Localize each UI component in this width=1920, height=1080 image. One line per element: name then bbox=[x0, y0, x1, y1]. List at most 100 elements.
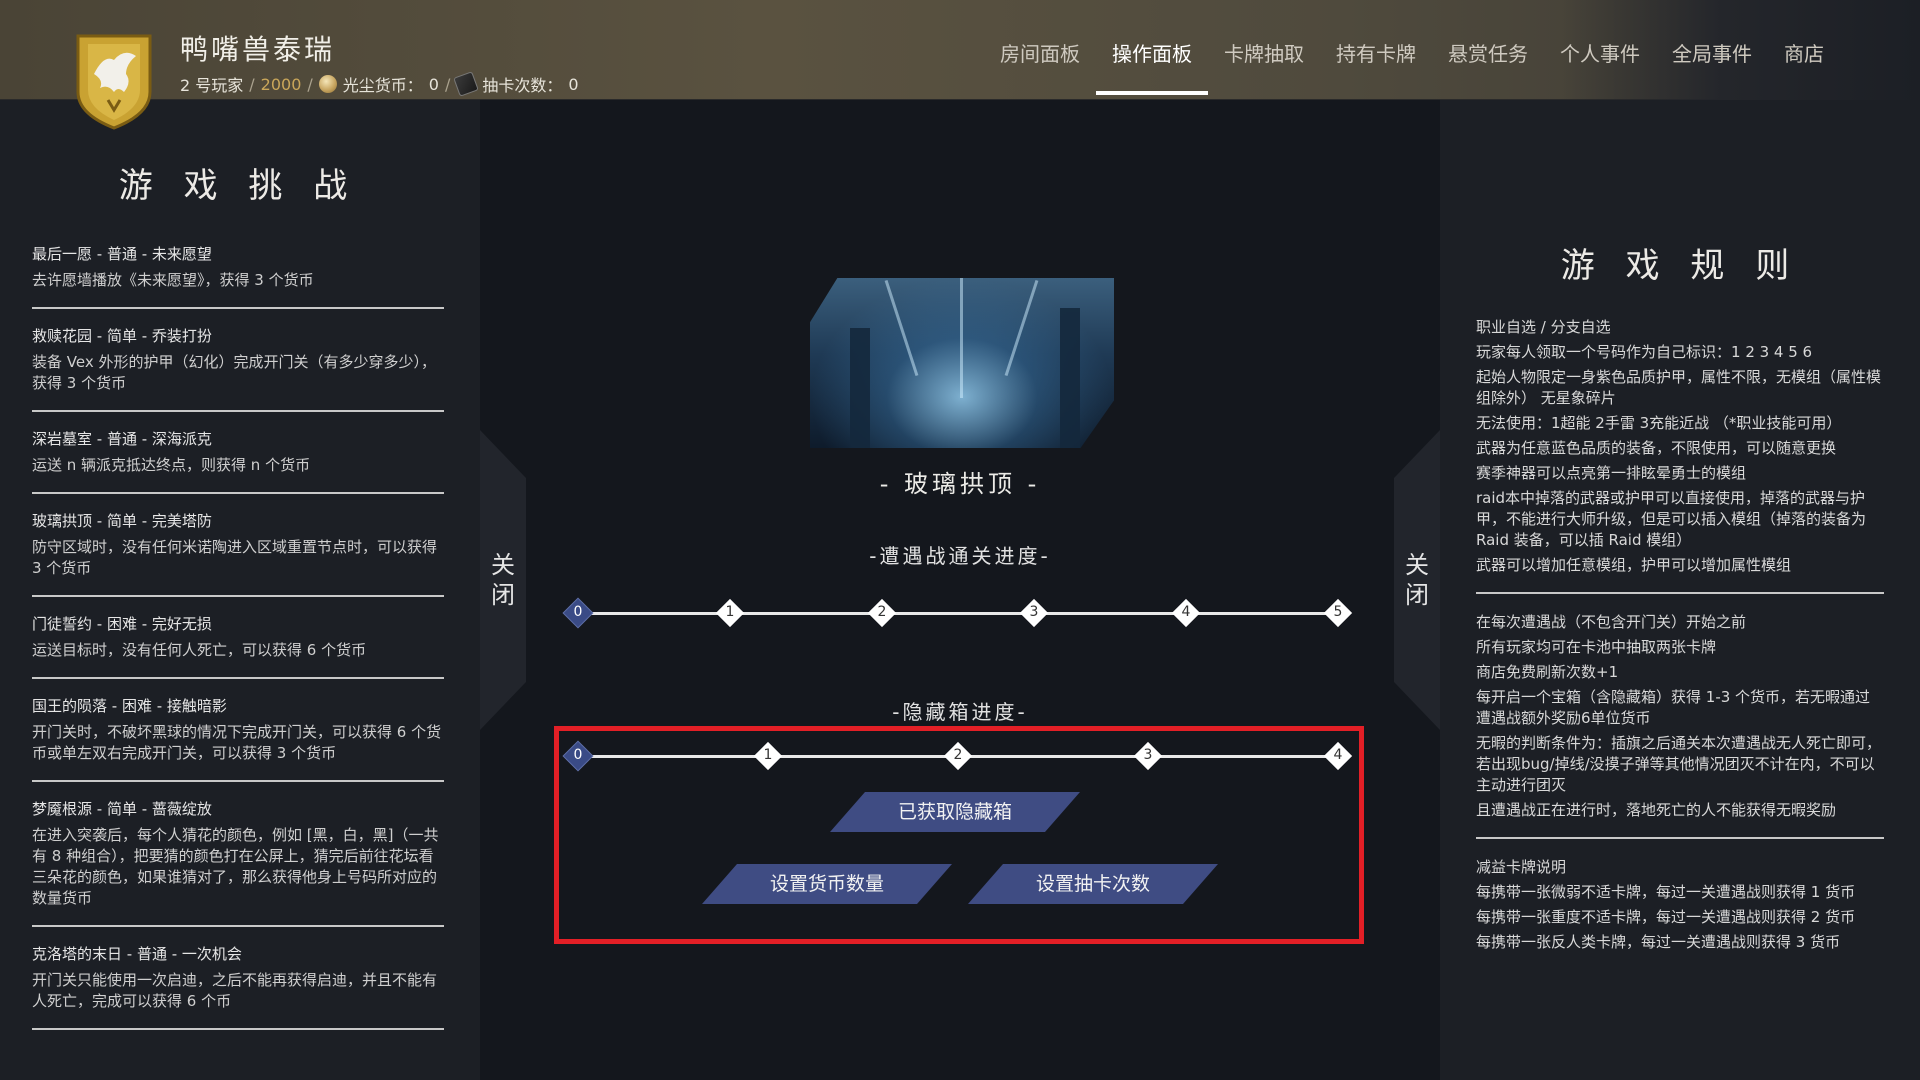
top-header: 鸭嘴兽泰瑞 2 号玩家 / 2000 / 光尘货币： 0 / 抽卡次数： 0 房… bbox=[0, 0, 1920, 130]
rule-line: 无暇的判断条件为：插旗之后通关本次遭遇战无人死亡即可，若出现bug/掉线/没摸子… bbox=[1476, 734, 1882, 794]
rule-line: 起始人物限定一身紫色品质护甲，属性不限，无模组（属性模组除外） 无星象碎片 bbox=[1476, 368, 1882, 407]
chest-step-label: 1 bbox=[763, 747, 773, 763]
tab-global-events[interactable]: 全局事件 bbox=[1656, 36, 1768, 95]
currency-value: 0 bbox=[428, 74, 439, 94]
encounter-step-3[interactable]: 3 bbox=[1019, 598, 1049, 628]
rule-line: 每开启一个宝箱（含隐藏箱）获得 1-3 个货币，若无暇通过遭遇战额外奖励6单位货… bbox=[1476, 688, 1871, 727]
rule-line: 赛季神器可以点亮第一排眩晕勇士的模组 bbox=[1476, 464, 1747, 482]
tab-held-cards[interactable]: 持有卡牌 bbox=[1320, 36, 1432, 95]
encounter-progress-label: -遭遇战通关进度- bbox=[869, 544, 1051, 568]
operation-panel: 关闭 关闭 - 玻璃拱顶 - -遭遇战通关进度- 012345 -隐藏箱进度- … bbox=[480, 100, 1440, 1080]
set-draw-count-button[interactable]: 设置抽卡次数 bbox=[968, 864, 1218, 904]
challenge-item: 国王的陨落 - 困难 - 接触暗影 开门关时，不破坏黑球的情况下完成开门关，可以… bbox=[32, 685, 444, 782]
rule-line: 武器可以增加任意模组，护甲可以增加属性模组 bbox=[1476, 556, 1792, 574]
tab-room-panel[interactable]: 房间面板 bbox=[984, 36, 1096, 95]
encounter-step-label: 3 bbox=[1029, 604, 1039, 620]
challenge-desc: 开门关时，不破坏黑球的情况下完成开门关，可以获得 6 个货币或单左双右完成开门关… bbox=[32, 723, 442, 762]
challenge-title: 游 戏 挑 战 bbox=[118, 166, 358, 206]
rule-line: 且遭遇战正在进行时，落地死亡的人不能获得无暇奖励 bbox=[1476, 801, 1837, 819]
card-icon bbox=[453, 71, 480, 97]
raid-image bbox=[810, 278, 1114, 448]
separator: / bbox=[444, 74, 451, 94]
currency-label: 光尘货币： bbox=[342, 76, 423, 95]
challenge-item: 玻璃拱顶 - 简单 - 完美塔防 防守区域时，没有任何米诺陶进入区域重置节点时，… bbox=[32, 500, 444, 597]
encounter-step-2[interactable]: 2 bbox=[867, 598, 897, 628]
chest-step-3[interactable]: 3 bbox=[1133, 741, 1163, 771]
draw-value: 0 bbox=[568, 74, 579, 94]
main-nav: 房间面板 操作面板 卡牌抽取 持有卡牌 悬赏任务 个人事件 全局事件 商店 bbox=[984, 36, 1840, 95]
chest-progress-track: 0 1 2 3 4 bbox=[574, 741, 1343, 771]
challenge-desc: 防守区域时，没有任何米诺陶进入区域重置节点时，可以获得 3 个货币 bbox=[32, 538, 438, 577]
tab-shop[interactable]: 商店 bbox=[1768, 36, 1840, 95]
challenge-panel: 游 戏 挑 战 最后一愿 - 普通 - 未来愿望 去许愿墙播放《未来愿望》，获得… bbox=[0, 100, 480, 1080]
rule-line: raid本中掉落的武器或护甲可以直接使用，掉落的武器与护甲，不能进行大师升级，但… bbox=[1476, 489, 1867, 549]
raid-name: - 玻璃拱顶 - bbox=[879, 470, 1041, 498]
chest-step-4[interactable]: 4 bbox=[1323, 741, 1353, 771]
rule-group-encounter: 在每次遭遇战（不包含开门关）开始之前 所有玩家均可在卡池中抽取两张卡牌 商店免费… bbox=[1476, 612, 1884, 839]
rule-line: 所有玩家均可在卡池中抽取两张卡牌 bbox=[1476, 638, 1717, 656]
chest-step-label: 3 bbox=[1143, 747, 1153, 763]
chest-step-1[interactable]: 1 bbox=[753, 741, 783, 771]
tab-bounty[interactable]: 悬赏任务 bbox=[1432, 36, 1544, 95]
chest-progress-label: -隐藏箱进度- bbox=[892, 700, 1028, 724]
rule-line: 减益卡牌说明 bbox=[1476, 858, 1567, 876]
challenge-item: 门徒誓约 - 困难 - 完好无损 运送目标时，没有任何人死亡，可以获得 6 个货… bbox=[32, 603, 444, 679]
chest-step-0[interactable]: 0 bbox=[563, 741, 593, 771]
challenge-name: 门徒誓约 - 困难 - 完好无损 bbox=[32, 615, 212, 633]
encounter-step-label: 2 bbox=[877, 604, 887, 620]
encounter-step-label: 5 bbox=[1333, 604, 1343, 620]
rule-group-setup: 职业自选 / 分支自选 玩家每人领取一个号码作为自己标识：1 2 3 4 5 6… bbox=[1476, 317, 1884, 594]
clan-emblem-icon bbox=[76, 34, 152, 130]
player-score: 2000 bbox=[260, 74, 302, 94]
chest-step-label: 0 bbox=[573, 747, 583, 763]
rule-line: 武器为任意蓝色品质的装备，不限使用，可以随意更换 bbox=[1476, 439, 1837, 457]
separator: / bbox=[249, 74, 255, 94]
encounter-step-4[interactable]: 4 bbox=[1171, 598, 1201, 628]
challenge-name: 克洛塔的末日 - 普通 - 一次机会 bbox=[32, 945, 242, 963]
rule-line: 在每次遭遇战（不包含开门关）开始之前 bbox=[1476, 613, 1747, 631]
draw-label: 抽卡次数： bbox=[482, 76, 563, 95]
rules-title: 游 戏 规 则 bbox=[1560, 246, 1800, 286]
challenge-name: 深岩墓室 - 普通 - 深海派克 bbox=[32, 430, 212, 448]
challenge-desc: 去许愿墙播放《未来愿望》，获得 3 个货币 bbox=[32, 271, 314, 289]
rule-line: 每携带一张反人类卡牌，每过一关遭遇战则获得 3 货币 bbox=[1476, 933, 1841, 951]
rule-line: 职业自选 / 分支自选 bbox=[1476, 318, 1611, 336]
challenge-desc: 运送目标时，没有任何人死亡，可以获得 6 个货币 bbox=[32, 641, 367, 659]
challenge-name: 国王的陨落 - 困难 - 接触暗影 bbox=[32, 697, 227, 715]
player-number: 2 号玩家 bbox=[180, 76, 244, 95]
player-stats: 2 号玩家 / 2000 / 光尘货币： 0 / 抽卡次数： 0 bbox=[180, 71, 579, 97]
challenge-item: 最后一愿 - 普通 - 未来愿望 去许愿墙播放《未来愿望》，获得 3 个货币 bbox=[32, 233, 444, 309]
challenge-desc: 开门关只能使用一次启迪，之后不能再获得启迪，并且不能有人死亡，完成可以获得 6 … bbox=[32, 971, 438, 1010]
encounter-step-1[interactable]: 1 bbox=[715, 598, 745, 628]
encounter-progress-track: 0 1 2 3 4 5 bbox=[574, 598, 1343, 628]
encounter-step-5[interactable]: 5 bbox=[1323, 598, 1353, 628]
tab-operation-panel[interactable]: 操作面板 bbox=[1096, 36, 1208, 95]
chest-obtained-button[interactable]: 已获取隐藏箱 bbox=[830, 792, 1080, 832]
rule-line: 每携带一张重度不适卡牌，每过一关遭遇战则获得 2 货币 bbox=[1476, 908, 1856, 926]
challenge-desc: 在进入突袭后，每个人猜花的颜色，例如 [黑，白，黑]（一共有 8 种组合），把要… bbox=[32, 826, 439, 907]
challenge-name: 最后一愿 - 普通 - 未来愿望 bbox=[32, 245, 212, 263]
rules-panel: 游 戏 规 则 职业自选 / 分支自选 玩家每人领取一个号码作为自己标识：1 2… bbox=[1440, 100, 1920, 1080]
challenge-item: 克洛塔的末日 - 普通 - 一次机会 开门关只能使用一次启迪，之后不能再获得启迪… bbox=[32, 933, 444, 1030]
chest-step-2[interactable]: 2 bbox=[943, 741, 973, 771]
encounter-step-label: 0 bbox=[573, 604, 583, 620]
rule-line: 每携带一张微弱不适卡牌，每过一关遭遇战则获得 1 货币 bbox=[1476, 883, 1856, 901]
track-line bbox=[578, 612, 1338, 615]
encounter-step-label: 4 bbox=[1181, 604, 1191, 620]
challenge-name: 玻璃拱顶 - 简单 - 完美塔防 bbox=[32, 512, 212, 530]
set-currency-button[interactable]: 设置货币数量 bbox=[702, 864, 952, 904]
separator: / bbox=[307, 74, 313, 94]
challenge-desc: 运送 n 辆派克抵达终点，则获得 n 个货币 bbox=[32, 456, 311, 474]
challenge-item: 梦魇根源 - 简单 - 蔷薇绽放 在进入突袭后，每个人猜花的颜色，例如 [黑，白… bbox=[32, 788, 444, 927]
challenge-name: 救赎花园 - 简单 - 乔装打扮 bbox=[32, 327, 212, 345]
challenge-item: 深岩墓室 - 普通 - 深海派克 运送 n 辆派克抵达终点，则获得 n 个货币 bbox=[32, 418, 444, 494]
rule-group-debuff: 减益卡牌说明 每携带一张微弱不适卡牌，每过一关遭遇战则获得 1 货币 每携带一张… bbox=[1476, 857, 1884, 969]
encounter-step-0[interactable]: 0 bbox=[563, 598, 593, 628]
tab-personal-events[interactable]: 个人事件 bbox=[1544, 36, 1656, 95]
tab-card-draw[interactable]: 卡牌抽取 bbox=[1208, 36, 1320, 95]
chest-step-label: 2 bbox=[953, 747, 963, 763]
player-name: 鸭嘴兽泰瑞 bbox=[180, 33, 336, 66]
chest-step-label: 4 bbox=[1333, 747, 1343, 763]
challenge-desc: 装备 Vex 外形的护甲（幻化）完成开门关（有多少穿多少），获得 3 个货币 bbox=[32, 353, 436, 392]
rule-line: 无法使用：1超能 2手雷 3充能近战 （*职业技能可用） bbox=[1476, 414, 1842, 432]
